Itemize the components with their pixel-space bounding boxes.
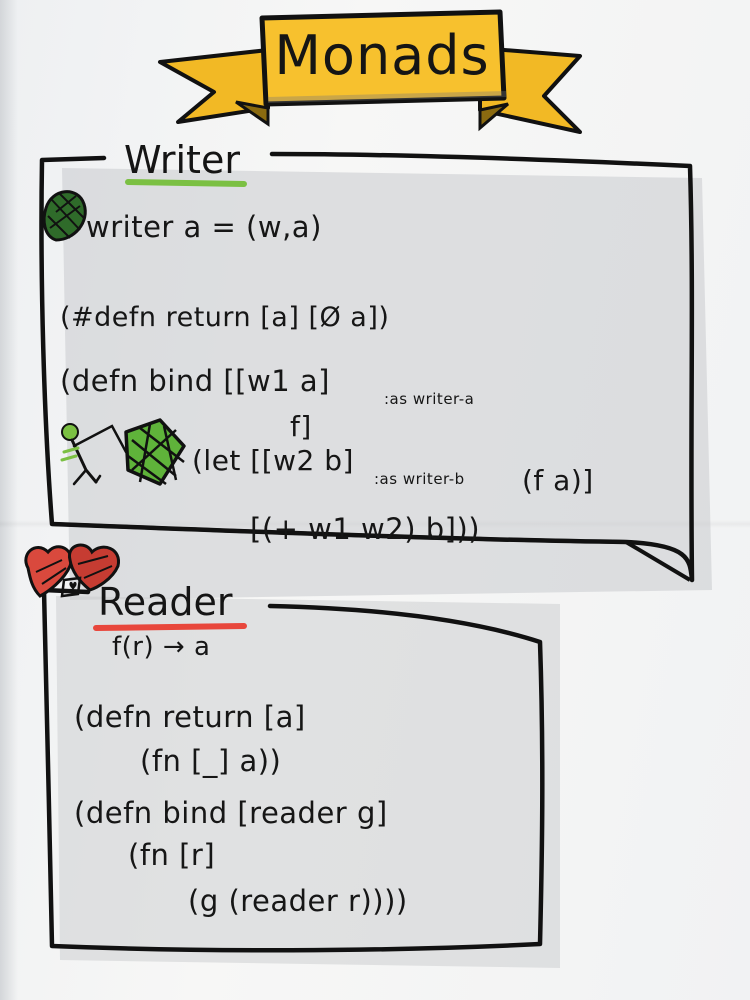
reader-return-line-2: (fn [_] a)): [140, 744, 282, 778]
writer-let-call: (f a)]: [522, 464, 594, 497]
reader-heading: Reader: [98, 580, 233, 624]
flipchart-sheet: Monads Writer writer a = (w,a) (#defn re…: [0, 0, 750, 1000]
writer-result-line: [(+ w1 w2) b])): [250, 512, 481, 546]
writer-let-alias-b: :as writer-b: [374, 470, 465, 488]
writer-let-line: (let [[w2 b]: [192, 444, 354, 477]
reader-heading-underline: [93, 623, 247, 631]
reader-bind-line-3: (g (reader r)))): [188, 884, 408, 918]
writer-return: (#defn return [a] [Ø a]): [60, 302, 390, 333]
reader-signature: f(r) → a: [112, 632, 211, 662]
reader-bind-line-1: (defn bind [reader g]: [74, 796, 388, 830]
writer-heading-underline: [125, 179, 247, 187]
writer-bind-line-1: (defn bind [[w1 a]: [60, 364, 330, 398]
writer-bind-alias-a: :as writer-a: [384, 390, 475, 408]
writer-heading: Writer: [124, 138, 240, 182]
reader-bind-line-2: (fn [r]: [128, 838, 216, 872]
reader-return-line-1: (defn return [a]: [74, 700, 306, 734]
drawing-layer: [24, 9, 712, 968]
writer-definition: writer a = (w,a): [86, 210, 322, 244]
page-title: Monads: [274, 23, 490, 87]
writer-bind-line-2: f]: [290, 410, 312, 443]
